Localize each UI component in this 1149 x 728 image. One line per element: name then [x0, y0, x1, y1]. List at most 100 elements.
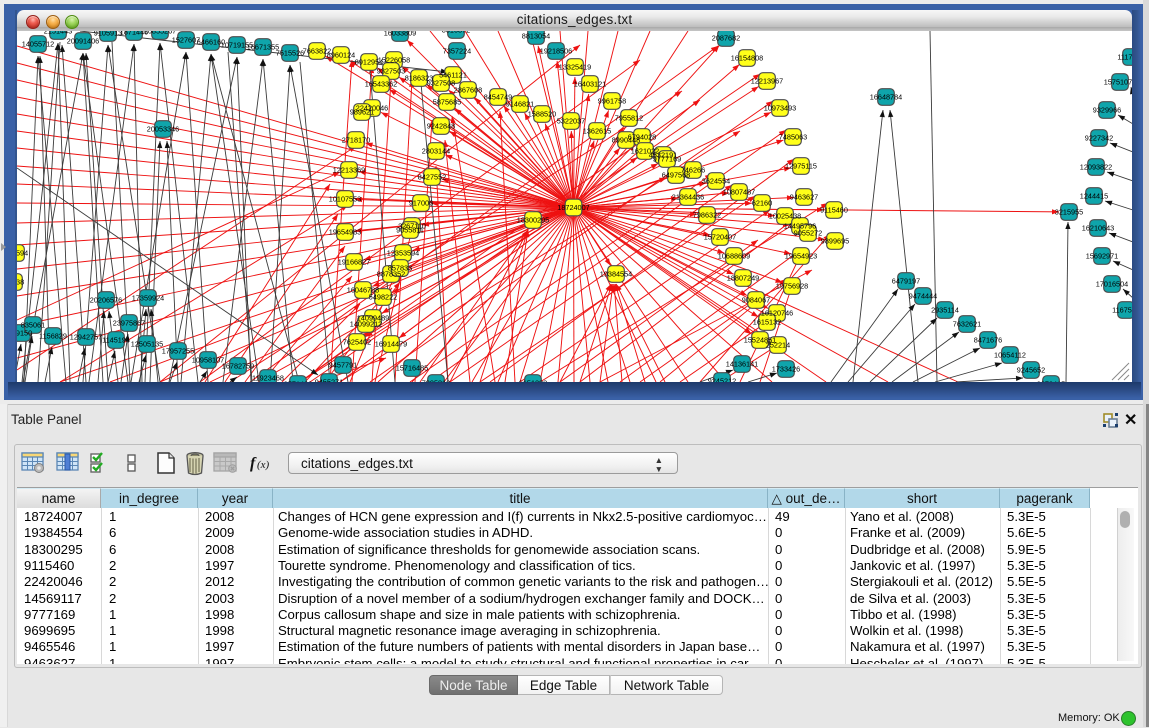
svg-text:2151443: 2151443 [44, 31, 72, 35]
svg-text:23975867: 23975867 [113, 318, 145, 327]
svg-text:1733426: 1733426 [772, 364, 800, 373]
svg-text:8813054: 8813054 [522, 31, 550, 40]
svg-text:19654923: 19654923 [785, 251, 817, 260]
svg-text:2867608: 2867608 [454, 85, 482, 94]
svg-text:2718170: 2718170 [342, 135, 370, 144]
svg-text:17359924: 17359924 [132, 293, 164, 302]
svg-text:9146821: 9146821 [506, 99, 534, 108]
svg-text:8960124: 8960124 [327, 50, 355, 59]
svg-text:5875685: 5875685 [433, 97, 461, 106]
svg-text:16671355: 16671355 [247, 42, 279, 51]
svg-text:21364436: 21364436 [672, 192, 704, 201]
svg-text:7905813: 7905813 [422, 378, 450, 382]
svg-text:62160: 62160 [752, 198, 772, 207]
svg-text:15751074: 15751074 [1104, 77, 1132, 86]
svg-text:8427552: 8427552 [418, 172, 446, 181]
svg-text:14099212: 14099212 [350, 319, 382, 328]
svg-text:16120746: 16120746 [761, 308, 793, 317]
svg-text:917006: 917006 [409, 198, 433, 207]
svg-text:9329966: 9329966 [1093, 105, 1121, 114]
svg-text:9327503: 9327503 [377, 66, 405, 75]
svg-text:9571408: 9571408 [284, 379, 312, 382]
svg-text:16033809: 16033809 [384, 31, 416, 37]
svg-text:10688609: 10688609 [718, 251, 750, 260]
svg-text:16403121: 16403121 [574, 79, 606, 88]
svg-text:5322037: 5322037 [557, 116, 585, 125]
svg-text:10025438: 10025438 [769, 211, 801, 220]
svg-text:15692971: 15692971 [1086, 251, 1118, 260]
svg-text:19756928: 19756928 [776, 281, 808, 290]
svg-text:252214: 252214 [766, 340, 790, 349]
svg-text:19166827: 19166827 [338, 257, 370, 266]
svg-text:14055712: 14055712 [22, 39, 54, 48]
svg-text:15838: 15838 [17, 277, 24, 286]
svg-text:12942757: 12942757 [70, 332, 102, 341]
svg-text:8079415: 8079415 [1037, 379, 1065, 382]
svg-text:9455271: 9455271 [315, 377, 343, 382]
svg-text:9327508: 9327508 [427, 78, 455, 87]
svg-text:9084067: 9084067 [742, 295, 770, 304]
svg-text:10973493: 10973493 [764, 103, 796, 112]
svg-text:19218506: 19218506 [540, 46, 572, 55]
svg-text:16782759: 16782759 [222, 361, 254, 370]
svg-text:7955812: 7955812 [615, 113, 643, 122]
svg-text:18300295: 18300295 [517, 215, 549, 224]
svg-text:2087682: 2087682 [712, 33, 740, 42]
svg-text:9463627: 9463627 [790, 192, 818, 201]
svg-text:1588520: 1588520 [528, 109, 556, 118]
svg-text:9115460: 9115460 [820, 205, 848, 214]
svg-text:18807249: 18807249 [727, 273, 759, 282]
svg-text:12353594: 12353594 [387, 248, 419, 257]
svg-text:1117539: 1117539 [1117, 52, 1132, 61]
svg-text:8471676: 8471676 [974, 335, 1002, 344]
svg-text:10107553: 10107553 [329, 194, 361, 203]
svg-text:14136141: 14136141 [726, 359, 758, 368]
svg-text:989621: 989621 [350, 107, 374, 116]
svg-text:16648784: 16648784 [870, 92, 902, 101]
svg-text:9777169: 9777169 [653, 154, 681, 163]
svg-text:16543362: 16543362 [365, 79, 397, 88]
svg-text:9227342: 9227342 [1085, 133, 1113, 142]
svg-text:12975115: 12975115 [785, 161, 817, 170]
svg-text:1244415: 1244415 [1080, 191, 1108, 200]
svg-text:7632621: 7632621 [953, 319, 981, 328]
svg-text:12213369: 12213369 [333, 165, 365, 174]
svg-text:9474444: 9474444 [909, 291, 937, 300]
svg-text:9961758: 9961758 [598, 96, 626, 105]
svg-text:(x): (x) [257, 459, 270, 471]
svg-text:16914479: 16914479 [375, 339, 407, 348]
svg-text:15720407: 15720407 [704, 232, 736, 241]
svg-text:9245652: 9245652 [1017, 365, 1045, 374]
svg-text:7986322: 7986322 [693, 210, 721, 219]
svg-text:857833: 857833 [388, 263, 412, 272]
svg-text:746266: 746266 [681, 165, 705, 174]
svg-text:5498222: 5498222 [369, 292, 397, 301]
svg-text:9105913: 9105913 [94, 31, 122, 37]
svg-text:3624554: 3624554 [702, 176, 730, 185]
svg-text:11923468: 11923468 [252, 373, 284, 382]
svg-text:6151293: 6151293 [519, 378, 547, 382]
svg-text:20206576: 20206576 [90, 295, 122, 304]
svg-text:12093822: 12093822 [1080, 162, 1112, 171]
svg-text:39150: 39150 [17, 328, 32, 337]
svg-text:10807487: 10807487 [723, 187, 755, 196]
svg-text:7625402: 7625402 [343, 337, 371, 346]
svg-text:7357224: 7357224 [443, 46, 471, 55]
svg-text:17016504: 17016504 [1096, 279, 1128, 288]
svg-text:1145194: 1145194 [102, 335, 130, 344]
svg-text:9055272: 9055272 [794, 228, 822, 237]
svg-text:18724007: 18724007 [557, 203, 589, 212]
svg-text:153594: 153594 [17, 248, 28, 257]
svg-text:1156829: 1156829 [39, 331, 67, 340]
svg-text:20053346: 20053346 [147, 124, 179, 133]
svg-text:19384554: 19384554 [600, 269, 632, 278]
svg-text:12505135: 12505135 [131, 339, 163, 348]
svg-text:1615132: 1615132 [753, 317, 781, 326]
svg-text:13325419: 13325419 [559, 62, 591, 71]
svg-text:8510872: 8510872 [442, 31, 470, 34]
svg-text:7515526: 7515526 [276, 48, 304, 57]
svg-text:9242848: 9242848 [427, 121, 455, 130]
svg-text:17957255: 17957255 [162, 346, 194, 355]
svg-text:9457791: 9457791 [329, 360, 357, 369]
svg-text:19654983: 19654983 [329, 227, 361, 236]
